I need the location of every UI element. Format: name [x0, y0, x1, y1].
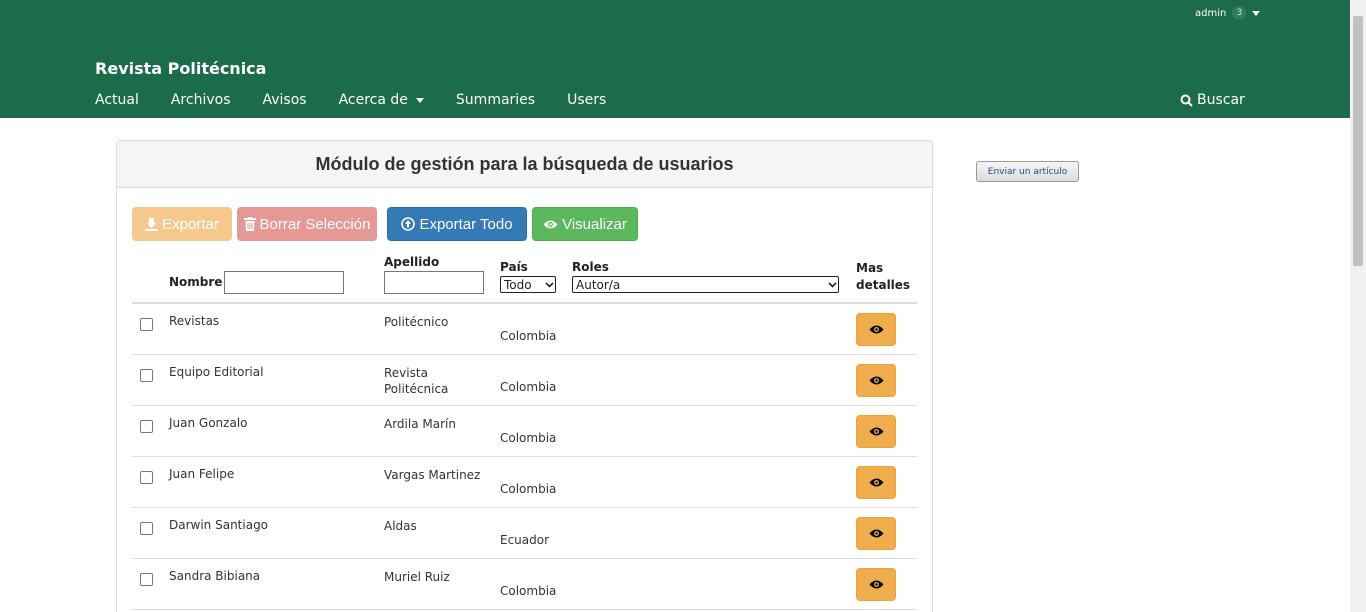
table-row: Equipo Editorial Revista Politécnica Col…	[132, 355, 917, 406]
table-row: Darwin Santiago Aldas Ecuador	[132, 508, 917, 559]
country-filter-label: País	[500, 260, 528, 274]
view-details-button[interactable]	[856, 415, 896, 448]
row-lastname: Politécnico	[384, 315, 449, 329]
row-country: Ecuador	[500, 533, 550, 547]
table-row: Revistas Politécnico Colombia	[132, 304, 917, 355]
details-column-header: Mas	[856, 261, 884, 275]
delete-selection-label: Borrar Selección	[259, 215, 371, 233]
eye-icon	[869, 478, 883, 487]
row-checkbox[interactable]	[140, 420, 153, 433]
user-menu[interactable]: admin 3	[1195, 6, 1261, 20]
row-lastname: Ardila Marín	[384, 417, 456, 431]
download-icon	[145, 217, 159, 231]
submit-article-button[interactable]: Enviar un artículo	[976, 161, 1079, 182]
eye-icon	[869, 427, 883, 436]
lastname-filter-label: Apellido	[384, 255, 440, 269]
delete-selection-button[interactable]: Borrar Selección	[237, 207, 377, 241]
chevron-down-icon[interactable]	[1252, 10, 1261, 16]
row-lastname: Revista Politécnica	[384, 366, 449, 396]
view-details-button[interactable]	[856, 517, 896, 550]
nav-item-users[interactable]: Users	[567, 92, 606, 108]
row-country: Colombia	[500, 482, 557, 496]
chevron-down-icon	[415, 97, 424, 103]
eye-icon	[543, 220, 558, 228]
table-row: Sandra Bibiana Muriel Ruiz Colombia	[132, 559, 917, 610]
country-select[interactable]: Todo	[500, 276, 556, 293]
nav-item-acerca-de[interactable]: Acerca de	[339, 92, 424, 108]
details-column-header: detalles	[856, 278, 911, 292]
visualize-button[interactable]: Visualizar	[532, 207, 638, 241]
row-checkbox[interactable]	[140, 522, 153, 535]
site-title[interactable]: Revista Politécnica	[95, 59, 266, 78]
eye-icon	[869, 580, 883, 589]
row-checkbox[interactable]	[140, 369, 153, 382]
username[interactable]: admin	[1195, 8, 1226, 19]
nav-item-avisos[interactable]: Avisos	[263, 92, 307, 108]
panel-title: Módulo de gestión para la búsqueda de us…	[117, 141, 932, 188]
visualize-label: Visualizar	[562, 215, 627, 233]
row-name: Darwin Santiago	[169, 518, 269, 532]
row-lastname: Aldas	[384, 519, 417, 533]
chevron-down-icon	[826, 281, 838, 288]
table-row: Juan Felipe Vargas Martinez Colombia	[132, 457, 917, 508]
nav-item-summaries[interactable]: Summaries	[456, 92, 535, 108]
scrollbar-thumb[interactable]	[1353, 16, 1363, 266]
row-name: Juan Felipe	[169, 467, 235, 481]
export-all-label: Exportar Todo	[419, 215, 513, 233]
site-header: admin 3 Revista Politécnica Actual Archi…	[0, 0, 1350, 118]
row-country: Colombia	[500, 584, 557, 598]
roles-filter-label: Roles	[572, 260, 609, 274]
trash-icon	[243, 217, 256, 231]
nav-item-actual[interactable]: Actual	[95, 92, 139, 108]
row-name: Juan Gonzalo	[169, 416, 248, 430]
nav-item-archivos[interactable]: Archivos	[171, 92, 231, 108]
search-link[interactable]: Buscar	[1180, 92, 1245, 108]
roles-select-value: Autor/a	[576, 277, 621, 292]
country-select-value: Todo	[504, 277, 532, 292]
row-country: Colombia	[500, 380, 557, 394]
name-filter-input[interactable]	[224, 271, 344, 294]
roles-select[interactable]: Autor/a	[572, 276, 839, 293]
page-scrollbar[interactable]	[1350, 0, 1366, 612]
row-country: Colombia	[500, 431, 557, 445]
view-details-button[interactable]	[856, 364, 896, 397]
view-details-button[interactable]	[856, 568, 896, 601]
export-all-button[interactable]: Exportar Todo	[387, 207, 527, 241]
export-label: Exportar	[162, 215, 219, 233]
export-button[interactable]: Exportar	[132, 207, 232, 241]
row-name: Equipo Editorial	[169, 365, 264, 379]
lastname-filter-input[interactable]	[384, 271, 484, 294]
main-nav: Actual Archivos Avisos Acerca de Summari…	[95, 92, 638, 108]
notification-count-badge: 3	[1232, 6, 1247, 20]
table-row: Juan Gonzalo Ardila Marín Colombia	[132, 406, 917, 457]
row-name: Revistas	[169, 314, 220, 328]
row-name: Sandra Bibiana	[169, 569, 261, 583]
row-checkbox[interactable]	[140, 573, 153, 586]
eye-icon	[869, 376, 883, 385]
search-label: Buscar	[1197, 92, 1245, 108]
eye-icon	[869, 529, 883, 538]
row-checkbox[interactable]	[140, 471, 153, 484]
view-details-button[interactable]	[856, 466, 896, 499]
upload-circle-icon	[401, 217, 416, 231]
chevron-down-icon	[543, 281, 555, 288]
row-country: Colombia	[500, 329, 557, 343]
view-details-button[interactable]	[856, 313, 896, 346]
search-icon	[1180, 94, 1193, 107]
row-checkbox[interactable]	[140, 318, 153, 331]
nav-item-label: Acerca de	[338, 92, 408, 108]
row-lastname: Vargas Martinez	[384, 468, 481, 482]
row-lastname: Muriel Ruiz	[384, 570, 450, 584]
eye-icon	[869, 325, 883, 334]
name-filter-label: Nombre	[169, 275, 223, 289]
